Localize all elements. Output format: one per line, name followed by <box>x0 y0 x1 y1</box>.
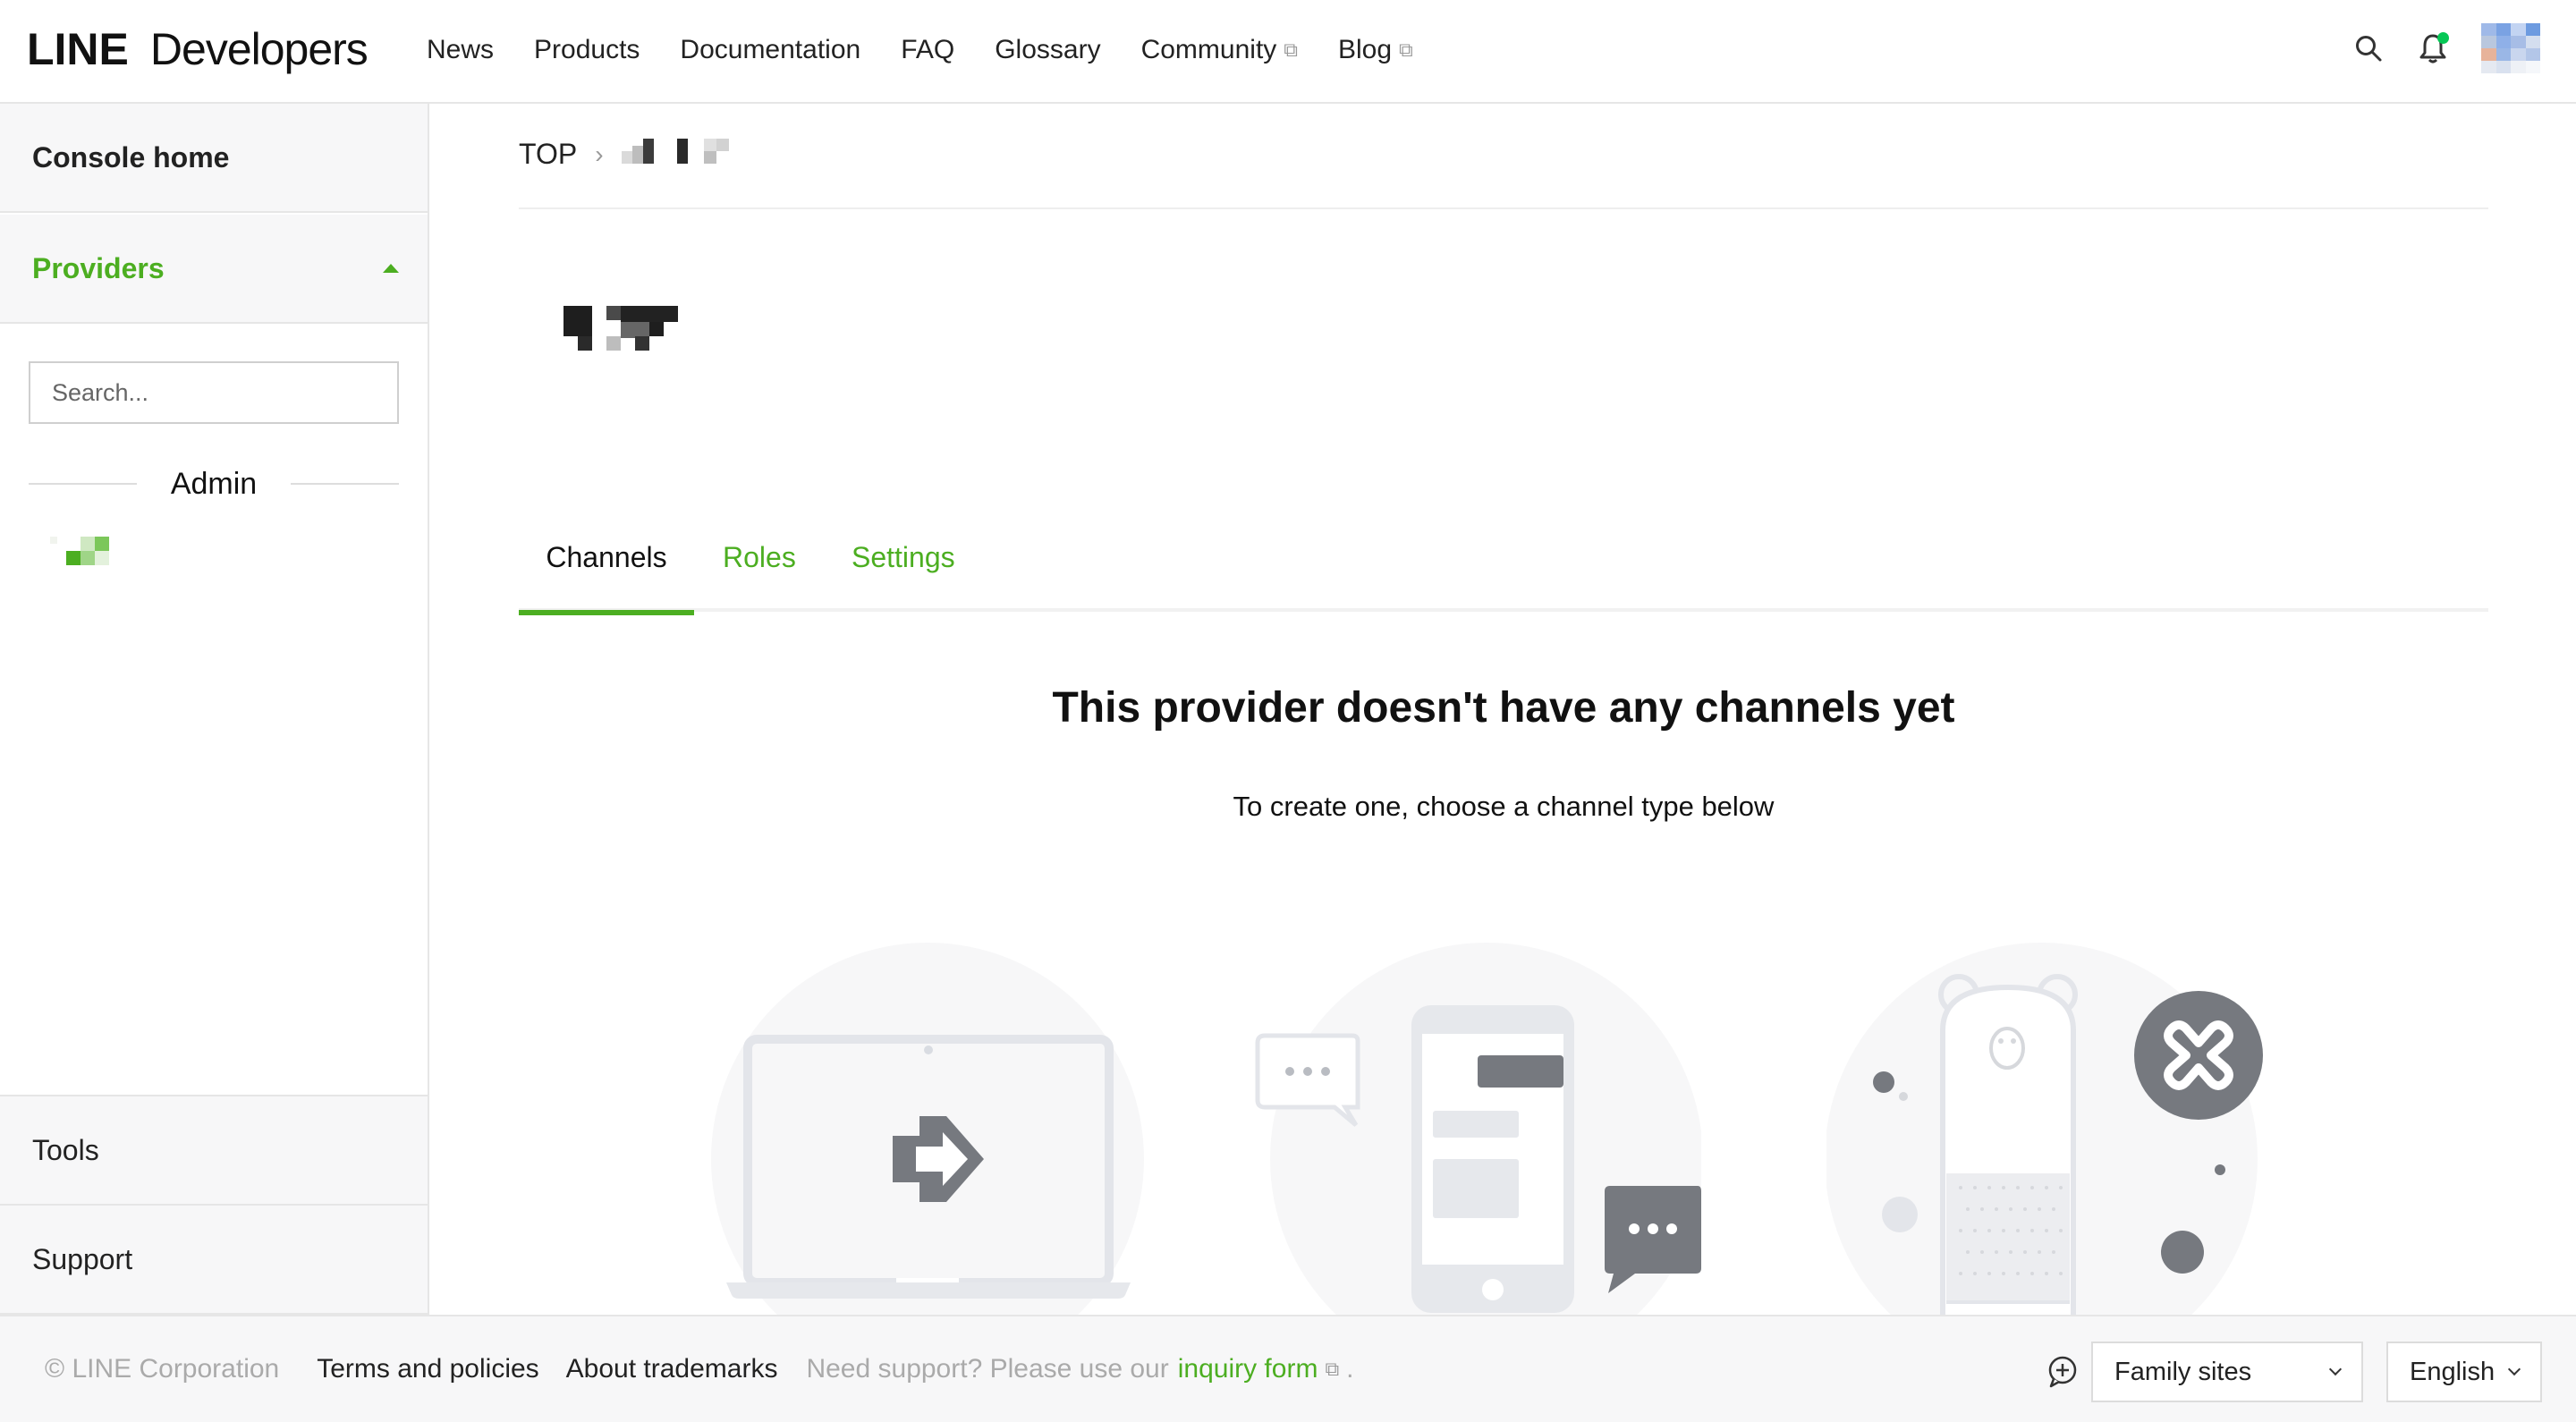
provider-search-input[interactable] <box>29 361 399 424</box>
tab-roles[interactable]: Roles <box>723 503 796 612</box>
search-icon[interactable] <box>2352 32 2385 64</box>
breadcrumb: TOP › <box>519 138 738 171</box>
sidebar-item-tools[interactable]: Tools <box>0 1095 428 1206</box>
sidebar-item-console-home[interactable]: Console home <box>0 104 428 213</box>
logo-line-text: LINE <box>27 24 129 74</box>
line-developers-logo[interactable]: LINE Developers <box>27 23 369 75</box>
language-label: English <box>2410 1357 2496 1386</box>
page-footer: © LINE Corporation Terms and policies Ab… <box>0 1315 2576 1422</box>
nav-blog-label: Blog <box>1338 35 1393 64</box>
empty-state-subtitle: To create one, choose a channel type bel… <box>1233 791 1775 822</box>
family-sites-label: Family sites <box>2114 1357 2252 1386</box>
empty-state-title: This provider doesn't have any channels … <box>1052 684 1955 732</box>
avatar[interactable] <box>2481 23 2540 73</box>
breadcrumb-provider-redacted <box>621 138 729 164</box>
terms-link[interactable]: Terms and policies <box>317 1354 538 1384</box>
nav-faq[interactable]: FAQ <box>901 35 954 65</box>
support-text: Need support? Please use our <box>806 1354 1169 1384</box>
chevron-right-icon: › <box>595 140 604 168</box>
messaging-api-channel-illustration[interactable] <box>1254 941 1701 1379</box>
nav-products[interactable]: Products <box>534 35 640 65</box>
sidebar-item-label: Tools <box>32 1133 99 1166</box>
external-link-icon: ⧉ <box>1284 38 1298 61</box>
nav-products-label: Products <box>534 35 640 64</box>
breadcrumb-top-link[interactable]: TOP <box>519 138 577 171</box>
chat-plus-icon[interactable] <box>2045 1354 2080 1390</box>
inquiry-form-link[interactable]: inquiry form <box>1178 1354 1318 1384</box>
footer-selectors: Family sites English <box>2045 1342 2542 1402</box>
admin-heading-label: Admin <box>170 466 258 501</box>
main-content: TOP › Channels Roles Settings This provi… <box>431 104 2576 1375</box>
nav-news[interactable]: News <box>427 35 494 65</box>
nav-documentation[interactable]: Documentation <box>680 35 860 65</box>
tab-channels[interactable]: Channels <box>519 503 694 615</box>
nav-glossary-label: Glossary <box>995 35 1101 64</box>
nav-news-label: News <box>427 35 495 64</box>
nav-community-label: Community <box>1140 35 1277 64</box>
footer-links: © LINE Corporation Terms and policies Ab… <box>45 1316 1354 1422</box>
sidebar-item-support[interactable]: Support <box>0 1206 428 1315</box>
line-login-channel-illustration[interactable] <box>708 941 1156 1379</box>
sidebar: Console home Providers Admin Tools Suppo… <box>0 104 429 1315</box>
chevron-down-icon <box>2328 1362 2343 1376</box>
sidebar-item-label: Providers <box>32 251 165 284</box>
chevron-down-icon <box>2507 1362 2521 1376</box>
external-link-icon: ⧉ <box>1325 1358 1340 1380</box>
tab-settings[interactable]: Settings <box>852 503 955 612</box>
admin-section-heading: Admin <box>29 463 399 504</box>
nav-community[interactable]: Community ⧉ <box>1141 35 1298 65</box>
sidebar-item-label: Console home <box>32 140 230 174</box>
top-header: LINE Developers News Products Documentat… <box>0 0 2576 104</box>
copyright-text: © LINE Corporation <box>45 1354 280 1384</box>
language-select[interactable]: English <box>2386 1342 2542 1402</box>
divider <box>519 207 2488 209</box>
nav-faq-label: FAQ <box>901 35 955 64</box>
notification-dot <box>2437 32 2449 44</box>
divider <box>291 483 399 485</box>
nav-glossary[interactable]: Glossary <box>995 35 1100 65</box>
clova-channel-illustration[interactable] <box>1826 941 2274 1379</box>
sidebar-item-label: Support <box>32 1242 133 1275</box>
external-link-icon: ⧉ <box>1399 38 1413 61</box>
main-nav: News Products Documentation FAQ Glossary… <box>427 0 1453 100</box>
family-sites-select[interactable]: Family sites <box>2091 1342 2363 1402</box>
bell-icon[interactable] <box>2417 32 2449 64</box>
caret-up-icon <box>383 264 399 273</box>
trademarks-link[interactable]: About trademarks <box>566 1354 778 1384</box>
nav-blog[interactable]: Blog ⧉ <box>1338 35 1413 65</box>
provider-name-redacted[interactable] <box>50 537 122 565</box>
logo-developers-text: Developers <box>149 24 369 74</box>
header-actions <box>2352 23 2540 73</box>
provider-title-redacted <box>564 306 678 351</box>
provider-tabs: Channels Roles Settings <box>519 503 2488 615</box>
divider <box>29 483 137 485</box>
nav-documentation-label: Documentation <box>680 35 861 64</box>
support-text-period: . <box>1346 1354 1354 1384</box>
sidebar-item-providers[interactable]: Providers <box>0 215 428 324</box>
